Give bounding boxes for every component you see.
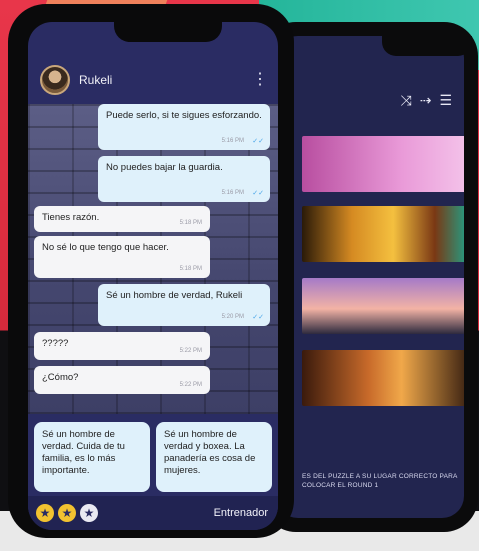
message-bubble: ¿Cómo? 5:22 PM xyxy=(34,366,210,394)
message-time: 5:16 PM xyxy=(221,138,244,144)
hamburger-menu-icon[interactable]: ☰ xyxy=(439,92,452,109)
puzzle-piece-3[interactable] xyxy=(302,278,464,334)
star-icon: ★ xyxy=(80,504,98,522)
message-text: No puedes bajar la guardia. xyxy=(106,162,223,173)
message-text: ¿Cómo? xyxy=(42,372,79,383)
chat-thread: Puede serlo, si te sigues esforzando. 5:… xyxy=(28,104,278,414)
secondary-screen: ⤨ ⇢ ☰ ES DEL PUZZLE A SU LUGAR CORRECTO … xyxy=(276,36,464,518)
message-time: 5:16 PM xyxy=(221,190,244,196)
puzzle-instructions: ES DEL PUZZLE A SU LUGAR CORRECTO PARA C… xyxy=(302,473,458,489)
read-check-icon: ✓✓ xyxy=(252,190,264,197)
read-check-icon: ✓✓ xyxy=(252,314,264,321)
message-bubble: Puede serlo, si te sigues esforzando. 5:… xyxy=(98,104,270,150)
reply-options: Sé un hombre de verdad. Cuida de tu fami… xyxy=(28,414,278,494)
arrow-icon[interactable]: ⇢ xyxy=(420,92,432,109)
message-time: 5:22 PM xyxy=(179,382,202,388)
message-bubble: ????? 5:22 PM xyxy=(34,332,210,360)
secondary-toolbar: ⤨ ⇢ ☰ xyxy=(401,92,453,109)
bottom-bar: ★ ★ ★ Entrenador xyxy=(28,496,278,530)
message-text: ????? xyxy=(42,338,69,349)
message-bubble: Tienes razón. 5:18 PM xyxy=(34,206,210,232)
star-icon: ★ xyxy=(58,504,76,522)
read-check-icon: ✓✓ xyxy=(252,138,264,145)
message-text: Sé un hombre de verdad, Rukeli xyxy=(106,290,243,301)
message-text: Puede serlo, si te sigues esforzando. xyxy=(106,110,262,121)
coach-label[interactable]: Entrenador xyxy=(214,507,268,519)
shuffle-icon[interactable]: ⤨ xyxy=(401,92,412,109)
secondary-phone: ⤨ ⇢ ☰ ES DEL PUZZLE A SU LUGAR CORRECTO … xyxy=(262,22,478,532)
message-bubble: No puedes bajar la guardia. 5:16 PM ✓✓ xyxy=(98,156,270,202)
puzzle-piece-1[interactable] xyxy=(302,136,464,192)
chat-screen: Rukeli ⋮ Puede serlo, si te sigues esfor… xyxy=(28,22,278,530)
message-time: 5:18 PM xyxy=(179,266,202,272)
message-time: 5:20 PM xyxy=(221,314,244,320)
message-time: 5:18 PM xyxy=(179,220,202,226)
main-phone: Rukeli ⋮ Puede serlo, si te sigues esfor… xyxy=(8,4,294,538)
reply-option-2[interactable]: Sé un hombre de verdad y boxea. La panad… xyxy=(156,422,272,492)
message-bubble: No sé lo que tengo que hacer. 5:18 PM xyxy=(34,236,210,278)
message-time: 5:22 PM xyxy=(179,348,202,354)
message-bubble: Sé un hombre de verdad, Rukeli 5:20 PM ✓… xyxy=(98,284,270,326)
phone-notch xyxy=(114,22,222,42)
message-text: Tienes razón. xyxy=(42,212,100,223)
contact-avatar[interactable] xyxy=(40,65,70,95)
reply-option-1[interactable]: Sé un hombre de verdad. Cuida de tu fami… xyxy=(34,422,150,492)
puzzle-piece-4[interactable] xyxy=(302,350,464,406)
kebab-menu-icon[interactable]: ⋮ xyxy=(252,72,268,88)
phone-notch xyxy=(382,36,472,56)
chat-header: Rukeli ⋮ xyxy=(28,60,278,100)
message-text: No sé lo que tengo que hacer. xyxy=(42,242,169,253)
star-icon: ★ xyxy=(36,504,54,522)
contact-name: Rukeli xyxy=(79,73,113,87)
puzzle-piece-2[interactable] xyxy=(302,206,464,262)
